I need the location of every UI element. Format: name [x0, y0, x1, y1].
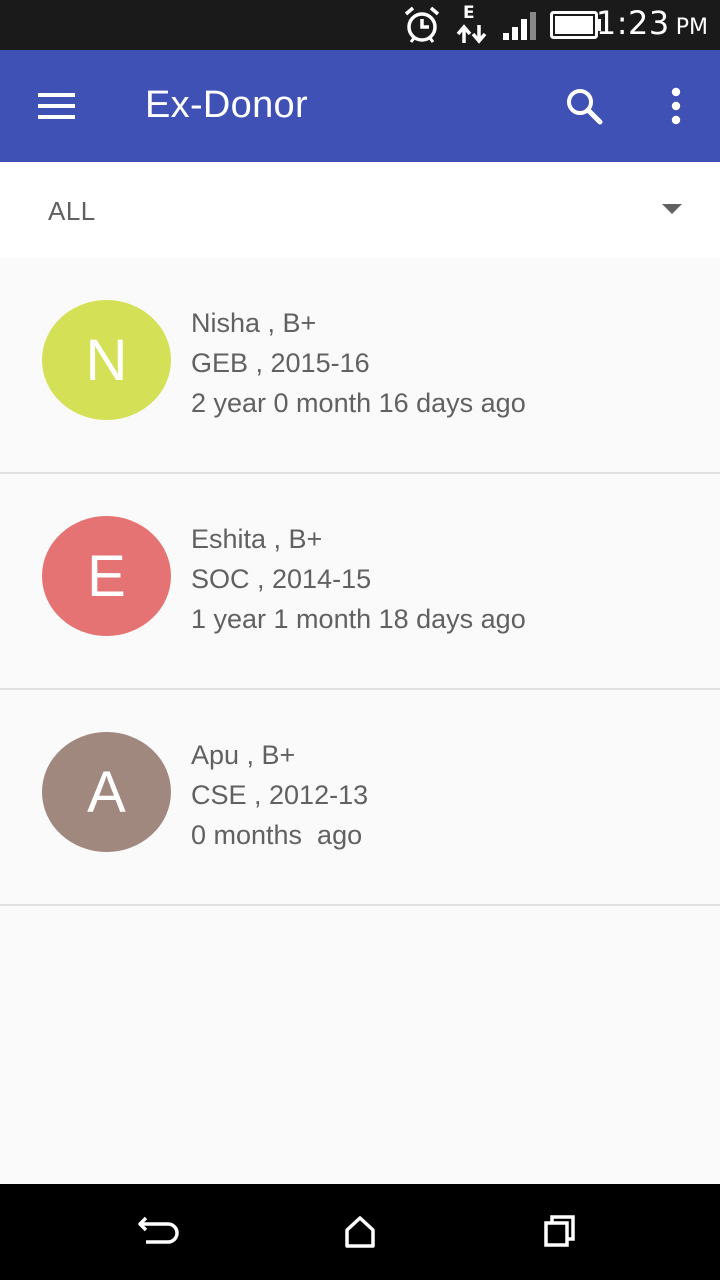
- battery-icon: [550, 11, 601, 39]
- status-bar: E 1:23 PM: [0, 0, 720, 50]
- more-vert-icon: [671, 87, 681, 125]
- list-item[interactable]: N Nisha , B+ GEB , 2015-16 2 year 0 mont…: [0, 258, 720, 474]
- menu-button[interactable]: [28, 78, 84, 134]
- avatar-initial: A: [87, 759, 126, 825]
- alarm-icon: [404, 6, 440, 43]
- avatar: E: [42, 516, 171, 636]
- avatar: N: [42, 300, 171, 420]
- recents-button[interactable]: [524, 1204, 596, 1260]
- network-type-label: E: [463, 3, 475, 23]
- signal-icon: [503, 12, 536, 40]
- clock-ampm: PM: [675, 15, 708, 40]
- filter-selected-value: ALL: [48, 196, 96, 226]
- back-button[interactable]: [124, 1204, 196, 1260]
- donor-department-session: SOC , 2014-15: [191, 564, 372, 594]
- donor-department-session: CSE , 2012-13: [191, 780, 369, 810]
- donor-list: N Nisha , B+ GEB , 2015-16 2 year 0 mont…: [0, 258, 720, 906]
- avatar-initial: E: [87, 543, 126, 609]
- donor-last-donation: 1 year 1 month 18 days ago: [191, 604, 526, 634]
- navigation-bar: [0, 1184, 720, 1280]
- app-bar: Ex-Donor: [0, 50, 720, 162]
- list-item[interactable]: E Eshita , B+ SOC , 2014-15 1 year 1 mon…: [0, 474, 720, 690]
- overflow-menu-button[interactable]: [650, 78, 702, 134]
- home-button[interactable]: [324, 1204, 396, 1260]
- donor-name-blood-group: Eshita , B+: [191, 524, 323, 554]
- avatar: A: [42, 732, 171, 852]
- donor-last-donation: 0 months ago: [191, 820, 363, 850]
- recents-icon: [544, 1215, 575, 1247]
- search-icon: [567, 89, 603, 125]
- app-title: Ex-Donor: [145, 84, 308, 126]
- donor-name-blood-group: Apu , B+: [191, 740, 296, 770]
- dropdown-arrow-icon: [662, 204, 682, 214]
- menu-icon: [38, 93, 75, 119]
- status-time: 1:23 PM: [596, 4, 708, 46]
- list-item[interactable]: A Apu , B+ CSE , 2012-13 0 months ago: [0, 690, 720, 906]
- home-icon: [345, 1216, 375, 1248]
- donor-name-blood-group: Nisha , B+: [191, 308, 317, 338]
- donor-last-donation: 2 year 0 month 16 days ago: [191, 388, 526, 418]
- back-icon: [138, 1216, 179, 1244]
- data-transfer-icon: E: [455, 3, 489, 47]
- search-button[interactable]: [556, 78, 612, 134]
- donor-department-session: GEB , 2015-16: [191, 348, 370, 378]
- clock: 1:23: [595, 4, 670, 42]
- filter-dropdown[interactable]: ALL: [0, 162, 720, 258]
- avatar-initial: N: [85, 327, 128, 393]
